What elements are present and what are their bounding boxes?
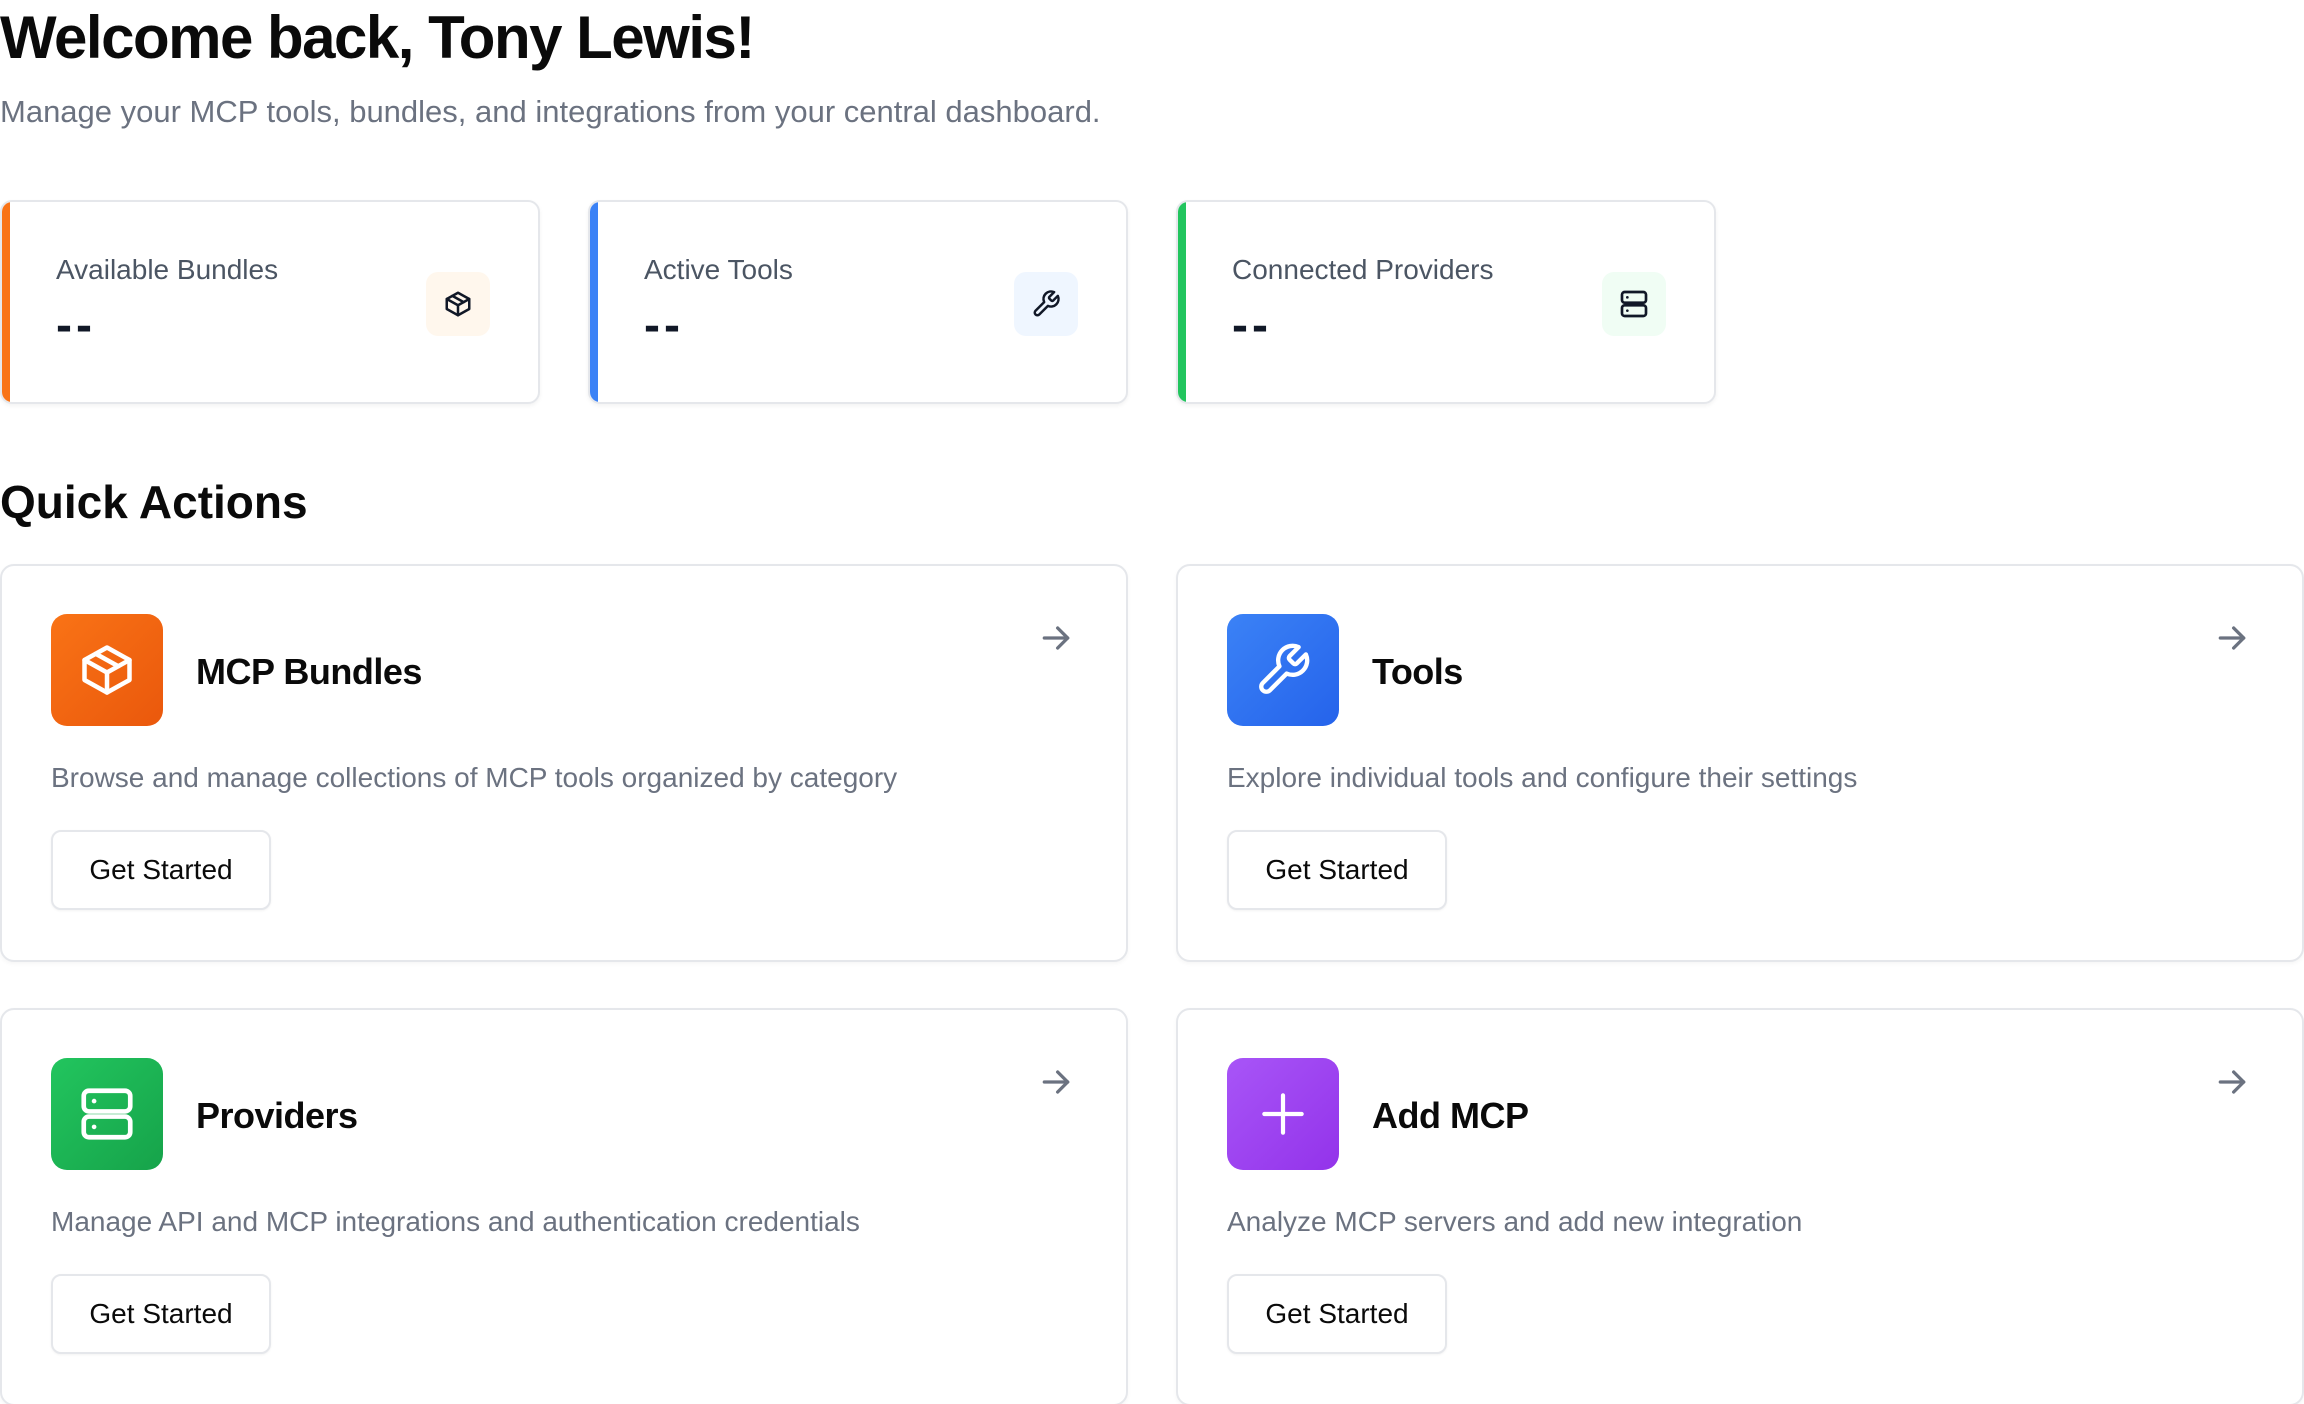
stat-label: Available Bundles [56, 254, 279, 285]
stat-value: -- [56, 299, 96, 352]
stat-card-active-tools: Active Tools -- [588, 200, 1128, 404]
card-description: Manage API and MCP integrations and auth… [51, 1206, 860, 1237]
server-icon [51, 1058, 163, 1170]
package-icon [51, 614, 163, 726]
card-title: MCP Bundles [196, 651, 422, 692]
card-title: Add MCP [1372, 1095, 1529, 1136]
stat-card-available-bundles: Available Bundles -- [0, 200, 540, 404]
plus-icon [1227, 1058, 1339, 1170]
action-card-mcp-bundles[interactable]: MCP Bundles Browse and manage collection… [0, 564, 1128, 962]
wrench-icon [1014, 272, 1078, 336]
stat-accent-bar [590, 202, 598, 402]
action-card-tools[interactable]: Tools Explore individual tools and confi… [1176, 564, 2304, 962]
card-title: Providers [196, 1095, 358, 1136]
stat-label: Connected Providers [1232, 254, 1494, 285]
stat-value: -- [1232, 299, 1272, 352]
get-started-button-providers[interactable]: Get Started [51, 1274, 271, 1354]
action-card-providers[interactable]: Providers Manage API and MCP integration… [0, 1008, 1128, 1404]
page-subtitle: Manage your MCP tools, bundles, and inte… [0, 94, 1101, 129]
server-icon [1602, 272, 1666, 336]
stat-card-connected-providers: Connected Providers -- [1176, 200, 1716, 404]
page-title: Welcome back, Tony Lewis! [0, 4, 755, 71]
card-description: Analyze MCP servers and add new integrat… [1227, 1206, 1803, 1237]
get-started-button-mcp-bundles[interactable]: Get Started [51, 830, 271, 910]
card-description: Browse and manage collections of MCP too… [51, 762, 898, 793]
wrench-icon [1227, 614, 1339, 726]
action-card-add-mcp[interactable]: Add MCP Analyze MCP servers and add new … [1176, 1008, 2304, 1404]
card-description: Explore individual tools and configure t… [1227, 762, 1858, 793]
stat-accent-bar [2, 202, 10, 402]
stat-accent-bar [1178, 202, 1186, 402]
arrow-right-icon[interactable] [2212, 1062, 2252, 1102]
package-icon [426, 272, 490, 336]
quick-actions-title: Quick Actions [0, 476, 308, 528]
arrow-right-icon[interactable] [2212, 618, 2252, 658]
arrow-right-icon[interactable] [1036, 618, 1076, 658]
get-started-button-tools[interactable]: Get Started [1227, 830, 1447, 910]
dashboard-page: Welcome back, Tony Lewis! Manage your MC… [0, 0, 2304, 1404]
stat-value: -- [644, 299, 684, 352]
stat-label: Active Tools [644, 254, 793, 285]
get-started-button-add-mcp[interactable]: Get Started [1227, 1274, 1447, 1354]
arrow-right-icon[interactable] [1036, 1062, 1076, 1102]
card-title: Tools [1372, 651, 1463, 692]
